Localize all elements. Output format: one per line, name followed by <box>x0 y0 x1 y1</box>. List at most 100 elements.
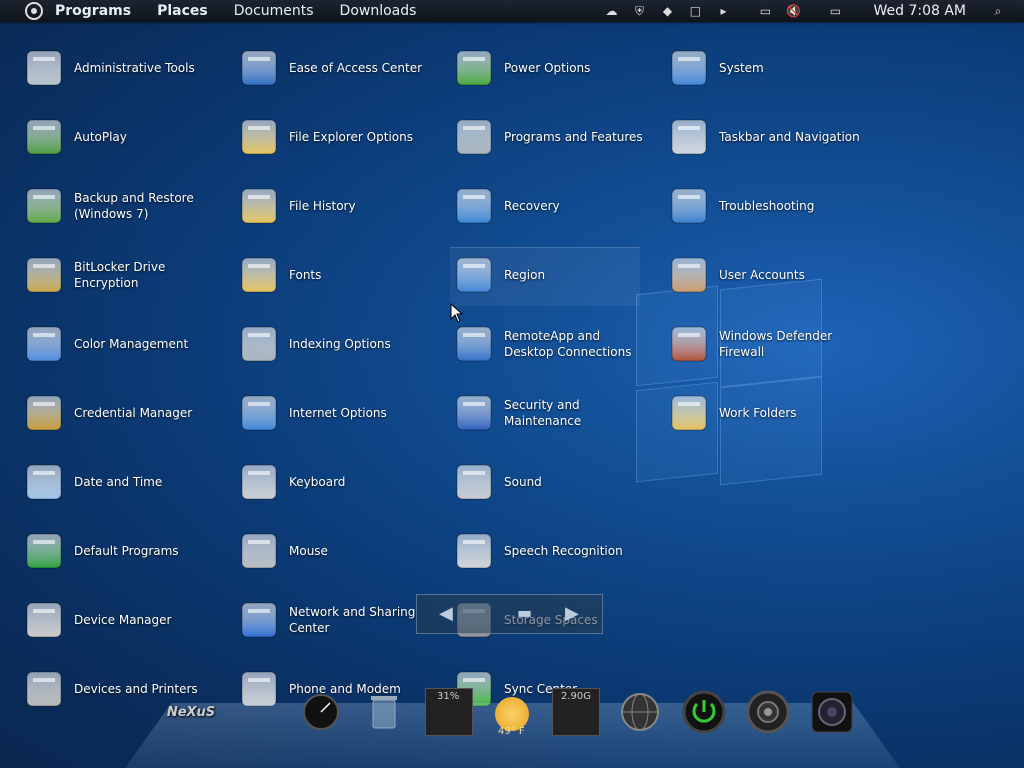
control-panel-item-label: Windows Defender Firewall <box>719 329 833 359</box>
clock[interactable]: Wed 7:08 AM <box>873 3 966 19</box>
mouse-icon <box>235 527 283 575</box>
speaker-icon[interactable] <box>744 688 792 736</box>
indexing-options-icon <box>235 320 283 368</box>
control-panel-item[interactable]: Default Programs <box>20 521 230 581</box>
file-explorer-options-icon <box>235 113 283 161</box>
weather-widget[interactable]: 49° F <box>488 690 536 738</box>
control-panel-item[interactable]: User Accounts <box>665 245 875 305</box>
keyboard-icon <box>235 458 283 506</box>
control-panel-item[interactable]: Administrative Tools <box>20 38 230 98</box>
control-panel-item[interactable]: Color Management <box>20 314 230 374</box>
search-icon[interactable]: ⌕ <box>990 4 1006 18</box>
security-maintenance-icon <box>450 389 498 437</box>
control-panel-item-label: Date and Time <box>74 475 163 489</box>
start-orb-icon[interactable] <box>25 2 43 20</box>
nexus-logo[interactable]: NeXuS <box>166 688 216 736</box>
control-panel-item[interactable]: Network and Sharing Center <box>235 590 445 650</box>
control-panel-item-label: Default Programs <box>74 544 179 558</box>
device-manager-icon <box>20 596 68 644</box>
mouse-cursor-icon <box>450 303 464 323</box>
menu-documents[interactable]: Documents <box>234 3 314 19</box>
control-panel-item-label: Region <box>504 268 546 282</box>
control-panel-item[interactable]: Sound <box>450 452 660 512</box>
control-panel-item[interactable]: BitLocker Drive Encryption <box>20 245 230 305</box>
control-panel-item[interactable]: AutoPlay <box>20 107 230 167</box>
control-panel-item[interactable]: Ease of Access Center <box>235 38 445 98</box>
control-panel-item-label: Security and Maintenance <box>504 398 582 428</box>
control-panel-item[interactable]: Region <box>450 245 660 305</box>
network-icon[interactable]: ▭ <box>757 4 773 18</box>
control-panel-item-label: Troubleshooting <box>719 199 815 213</box>
notification-icon[interactable]: ▭ <box>827 4 843 18</box>
control-panel-item-label: AutoPlay <box>74 130 127 144</box>
control-panel-item[interactable]: Recovery <box>450 176 660 236</box>
control-panel-item[interactable]: System <box>665 38 875 98</box>
control-panel-item[interactable]: RemoteApp and Desktop Connections <box>450 314 660 374</box>
autoplay-icon <box>20 113 68 161</box>
control-panel-item[interactable]: Security and Maintenance <box>450 383 660 443</box>
system-icon <box>665 44 713 92</box>
control-panel-item[interactable]: Programs and Features <box>450 107 660 167</box>
network-sharing-icon <box>235 596 283 644</box>
menu-places[interactable]: Places <box>157 3 208 19</box>
remoteapp-icon <box>450 320 498 368</box>
control-panel-item[interactable]: Power Options <box>450 38 660 98</box>
security-shield-icon[interactable]: ⛨ <box>631 4 647 18</box>
control-panel-item[interactable]: Work Folders <box>665 383 875 443</box>
globe-icon[interactable] <box>616 688 664 736</box>
control-panel-item[interactable]: Windows Defender Firewall <box>665 314 875 374</box>
menu-programs[interactable]: Programs <box>55 3 131 19</box>
firewall-icon <box>665 320 713 368</box>
fonts-icon <box>235 251 283 299</box>
network-off-icon[interactable]: ☁ <box>603 4 619 18</box>
clock-app-icon[interactable] <box>297 688 345 736</box>
control-panel-item[interactable]: Date and Time <box>20 452 230 512</box>
folder-icon[interactable]: ▬ <box>517 603 532 622</box>
back-arrow-icon[interactable]: ◀ <box>439 603 453 624</box>
date-time-icon <box>20 458 68 506</box>
devices-printers-icon <box>20 665 68 713</box>
camera-icon[interactable] <box>808 688 856 736</box>
taskbar-navigation-icon <box>665 113 713 161</box>
control-panel-item[interactable]: Device Manager <box>20 590 230 650</box>
diamond-icon[interactable]: ◆ <box>659 4 675 18</box>
control-panel-item-label: Sound <box>504 475 542 489</box>
control-panel-item[interactable]: Keyboard <box>235 452 445 512</box>
admin-tools-icon <box>20 44 68 92</box>
square-icon[interactable]: □ <box>687 4 703 18</box>
disk-meter[interactable]: 2.90G <box>552 688 600 736</box>
control-panel-item[interactable]: Mouse <box>235 521 445 581</box>
control-panel-item-label: Ease of Access Center <box>289 61 423 75</box>
menu-downloads[interactable]: Downloads <box>340 3 417 19</box>
control-panel-item-label: Fonts <box>289 268 322 282</box>
volume-muted-icon[interactable]: 🔇 <box>785 4 801 18</box>
control-panel-item-label: System <box>719 61 764 75</box>
control-panel-item[interactable]: Credential Manager <box>20 383 230 443</box>
control-panel-item-label: Backup and Restore (Windows 7) <box>74 191 194 221</box>
cpu-meter[interactable]: 31% <box>425 688 473 736</box>
control-panel-item-label: User Accounts <box>719 268 805 282</box>
control-panel-item[interactable]: Troubleshooting <box>665 176 875 236</box>
play-arrow-icon[interactable]: ▸ <box>715 4 731 18</box>
user-accounts-icon <box>665 251 713 299</box>
power-icon[interactable] <box>680 688 728 736</box>
control-panel-item[interactable]: Internet Options <box>235 383 445 443</box>
recovery-icon <box>450 182 498 230</box>
control-panel-item[interactable]: Fonts <box>235 245 445 305</box>
control-panel-item[interactable]: Backup and Restore (Windows 7) <box>20 176 230 236</box>
recycle-bin-icon[interactable] <box>360 688 408 736</box>
control-panel-item[interactable]: File Explorer Options <box>235 107 445 167</box>
forward-arrow-icon[interactable]: ▶ <box>565 603 579 624</box>
control-panel-item-label: Network and Sharing Center <box>289 605 416 635</box>
control-panel-item[interactable]: Speech Recognition <box>450 521 660 581</box>
control-panel-item[interactable]: Indexing Options <box>235 314 445 374</box>
control-panel-item-label: Speech Recognition <box>504 544 623 558</box>
programs-features-icon <box>450 113 498 161</box>
control-panel-item[interactable]: File History <box>235 176 445 236</box>
control-panel-item[interactable]: Taskbar and Navigation <box>665 107 875 167</box>
default-programs-icon <box>20 527 68 575</box>
work-folders-icon <box>665 389 713 437</box>
control-panel-item-label: Work Folders <box>719 406 797 420</box>
control-panel-item-label: Indexing Options <box>289 337 391 351</box>
control-panel-item-label: Power Options <box>504 61 591 75</box>
